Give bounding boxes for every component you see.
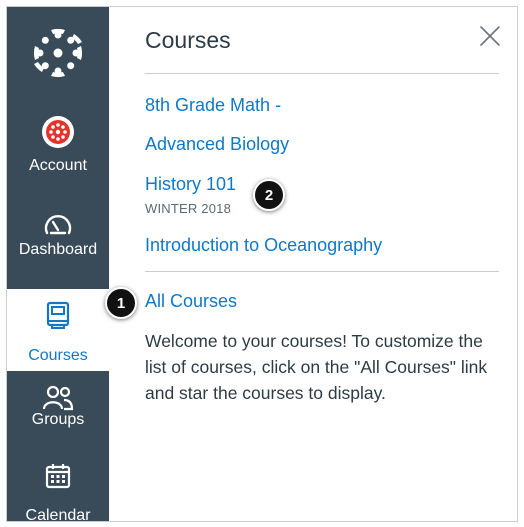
divider	[145, 271, 499, 272]
course-link[interactable]: History 101	[145, 174, 236, 195]
nav-item-label: Calendar	[25, 507, 91, 522]
callout-marker-1: 1	[105, 287, 137, 319]
course-term: WINTER 2018	[145, 201, 232, 216]
tray-title: Courses	[145, 27, 231, 53]
all-courses-link[interactable]: All Courses	[145, 291, 237, 312]
course-link[interactable]: 8th Grade Math -	[145, 95, 281, 116]
canvas-logo-icon	[33, 28, 83, 78]
nav-item-label: Dashboard	[18, 241, 98, 258]
nav-item-account[interactable]: Account	[7, 99, 109, 183]
tray-info-text: Welcome to your courses! To customize th…	[145, 331, 488, 403]
canvas-logo[interactable]	[7, 7, 109, 99]
callout-marker-2: 2	[253, 179, 285, 211]
nav-item-dashboard[interactable]: Dashboard	[7, 183, 109, 267]
divider	[145, 73, 499, 74]
nav-item-label: Groups	[31, 411, 85, 428]
nav-item-label: Account	[29, 157, 87, 174]
avatar-icon	[42, 116, 74, 148]
courses-tray: Courses 8th Grade Math - Advanced Biolog…	[109, 7, 517, 521]
speedometer-icon	[44, 215, 72, 235]
people-icon	[42, 385, 74, 411]
nav-item-calendar[interactable]: Calendar	[7, 453, 109, 522]
global-navigation: Account Dashboard Courses Groups Calenda…	[7, 7, 109, 521]
nav-item-groups[interactable]: Groups	[7, 375, 109, 459]
course-link[interactable]: Introduction to Oceanography	[145, 235, 382, 256]
nav-item-label: Courses	[28, 347, 88, 364]
book-icon	[46, 301, 70, 329]
screenshot-frame: Account Dashboard Courses Groups Calenda…	[6, 6, 518, 522]
calendar-icon	[45, 464, 71, 489]
course-link[interactable]: Advanced Biology	[145, 134, 289, 155]
nav-item-courses[interactable]: Courses	[7, 289, 109, 371]
close-icon[interactable]	[477, 23, 503, 49]
